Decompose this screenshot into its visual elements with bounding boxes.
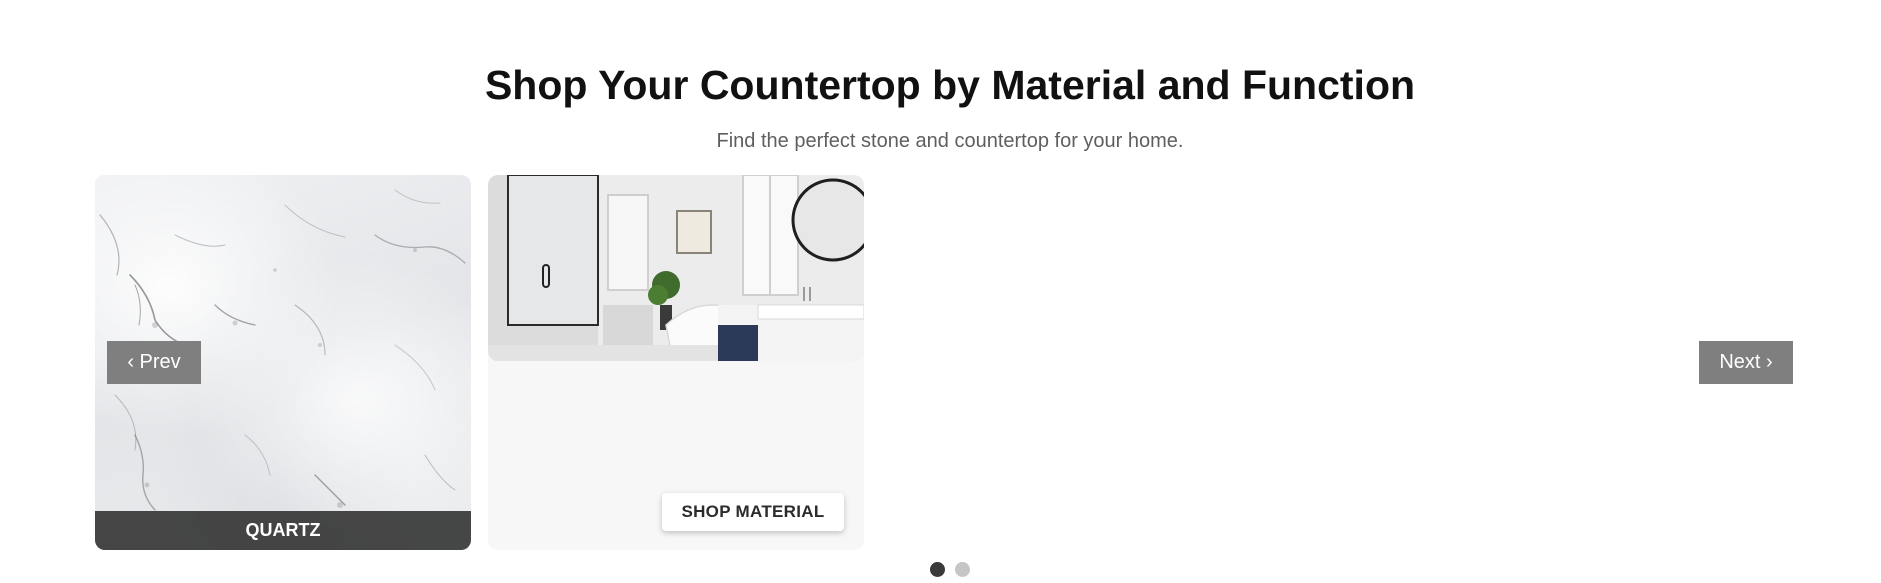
material-card[interactable]: SHOP MATERIAL xyxy=(488,175,864,550)
shop-material-button[interactable]: SHOP MATERIAL xyxy=(662,493,844,531)
bathroom-illustration xyxy=(488,175,864,361)
prev-button[interactable]: ‹ Prev xyxy=(107,341,201,384)
carousel-pagination xyxy=(0,562,1881,577)
material-carousel-section: Shop Your Countertop by Material and Fun… xyxy=(0,0,1881,583)
section-subtitle: Find the perfect stone and countertop fo… xyxy=(716,130,1184,152)
pagination-dot-2[interactable] xyxy=(955,562,970,577)
section-title: Shop Your Countertop by Material and Fun… xyxy=(484,62,1416,108)
next-button[interactable]: Next › xyxy=(1699,341,1793,384)
quartz-label: QUARTZ xyxy=(95,511,471,550)
bathroom-image xyxy=(488,175,864,361)
pagination-dot-1[interactable] xyxy=(930,562,945,577)
